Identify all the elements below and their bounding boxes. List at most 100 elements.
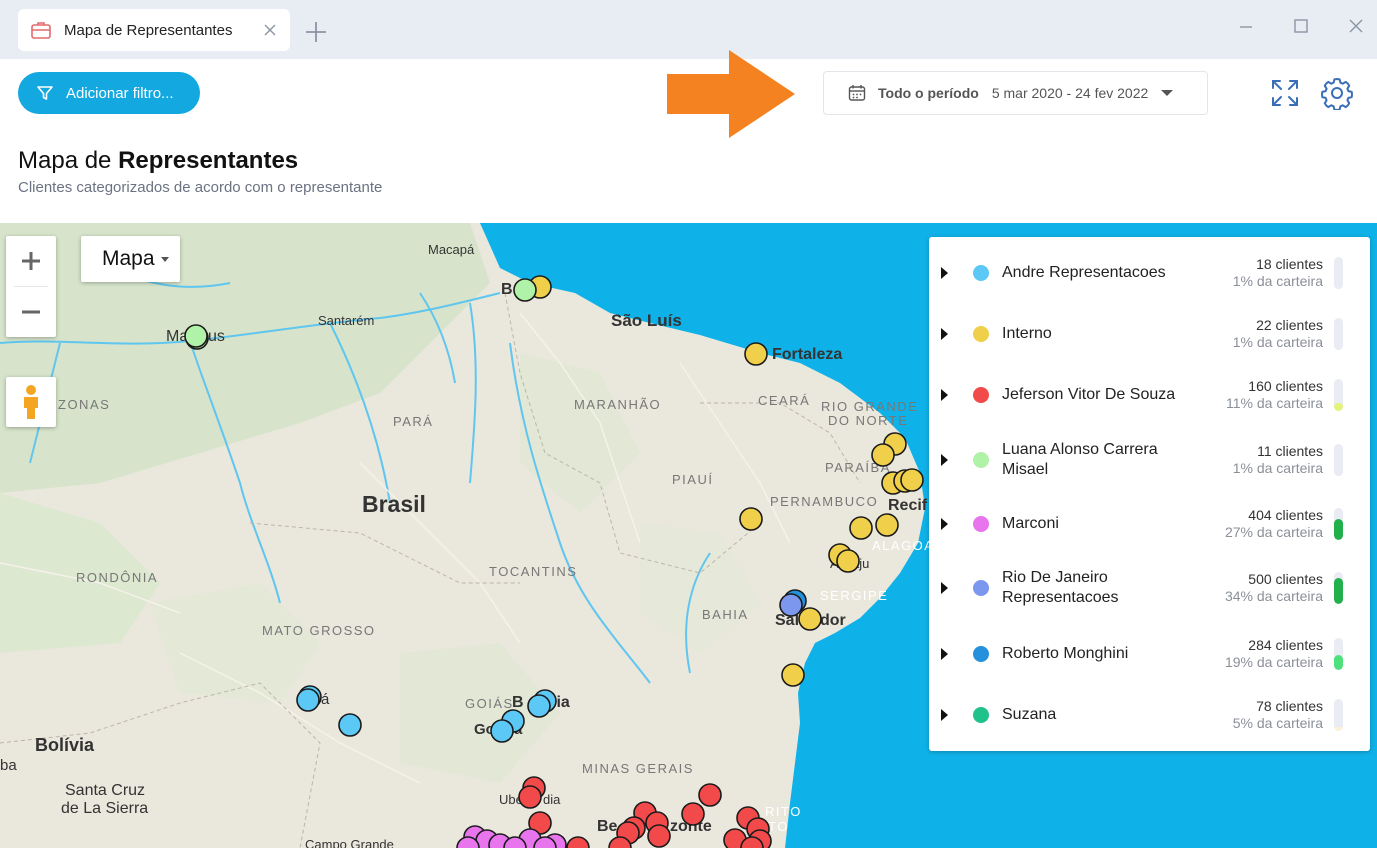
page-title-light: Mapa de	[18, 147, 119, 174]
close-window-icon[interactable]	[1346, 16, 1366, 36]
client-count: 500 clientes	[1248, 571, 1323, 587]
representative-color-dot	[973, 326, 989, 342]
chevron-down-icon	[1161, 90, 1174, 96]
share-bar-fill	[1334, 655, 1343, 670]
expand-arrow-icon[interactable]	[941, 328, 948, 340]
representative-color-dot	[973, 707, 989, 723]
client-marker[interactable]	[566, 836, 590, 848]
portfolio-share: 34% da carteira	[1224, 588, 1323, 604]
period-selector[interactable]: Todo o período 5 mar 2020 - 24 fev 2022	[823, 71, 1208, 115]
legend-row[interactable]: Marconi 404 clientes 27% da carteira	[929, 493, 1370, 555]
representative-stats: 500 clientes 34% da carteira	[1225, 571, 1323, 605]
briefcase-icon	[31, 22, 51, 39]
caret-down-icon	[160, 256, 169, 262]
expand-arrow-icon[interactable]	[941, 267, 948, 279]
representative-name: Suzana	[1002, 706, 1057, 723]
expand-arrow-icon[interactable]	[941, 389, 948, 401]
zoom-control	[6, 236, 56, 337]
close-tab-icon[interactable]	[262, 22, 278, 38]
client-marker[interactable]	[681, 802, 705, 826]
representative-name: Interno	[1002, 325, 1052, 342]
street-view-pegman[interactable]	[6, 377, 56, 427]
plus-icon[interactable]	[304, 20, 328, 44]
representative-name: Andre Representacoes	[1002, 264, 1166, 281]
client-marker[interactable]	[518, 785, 542, 809]
portfolio-share: 1% da carteira	[1232, 460, 1323, 476]
page-title-bold: Representantes	[118, 147, 299, 174]
client-marker[interactable]	[184, 324, 208, 348]
gear-icon[interactable]	[1320, 76, 1354, 110]
orange-arrow-annotation	[667, 50, 795, 138]
legend-row[interactable]: Jeferson Vitor De Souza 160 clientes 11% d…	[929, 364, 1370, 426]
tab-mapa-de-representantes[interactable]: Mapa de Representantes	[18, 9, 290, 51]
maximize-icon[interactable]	[1291, 16, 1311, 36]
zoom-in-button[interactable]	[6, 236, 56, 286]
legend-row[interactable]: Interno 22 clientes 1% da carteira	[929, 303, 1370, 365]
share-bar-fill	[1334, 578, 1343, 604]
share-bar-fill	[1334, 346, 1343, 350]
legend-row[interactable]: Andre Representacoes 18 clientes 1% da car…	[929, 242, 1370, 304]
expand-arrow-icon[interactable]	[941, 709, 948, 721]
client-count: 284 clientes	[1248, 637, 1323, 653]
portfolio-share: 1% da carteira	[1232, 334, 1323, 350]
representative-name: Rio De Janeiro Representacoes	[1002, 569, 1119, 606]
portfolio-share: 11% da carteira	[1225, 395, 1323, 411]
minus-icon	[22, 310, 40, 314]
client-marker[interactable]	[490, 719, 514, 743]
representative-name: Marconi	[1002, 515, 1059, 532]
portfolio-share: 1% da carteira	[1232, 273, 1323, 289]
client-marker[interactable]	[739, 507, 763, 531]
legend-row[interactable]: Roberto Monghini 284 clientes 19% da carte…	[929, 623, 1370, 685]
client-count: 11 clientes	[1257, 443, 1323, 459]
client-marker[interactable]	[296, 688, 320, 712]
client-marker[interactable]	[781, 663, 805, 687]
client-marker[interactable]	[849, 516, 873, 540]
share-bar	[1334, 508, 1343, 540]
representative-color-dot	[973, 265, 989, 281]
representative-stats: 404 clientes 27% da carteira	[1225, 507, 1323, 541]
expand-arrow-icon[interactable]	[941, 582, 948, 594]
client-marker[interactable]	[875, 513, 899, 537]
representative-color-dot	[973, 646, 989, 662]
calendar-icon	[848, 85, 866, 101]
client-marker[interactable]	[513, 278, 537, 302]
share-bar	[1334, 257, 1343, 289]
client-marker[interactable]	[647, 824, 671, 848]
period-range: 5 mar 2020 - 24 fev 2022	[991, 85, 1149, 101]
client-marker[interactable]	[900, 468, 924, 492]
share-bar-fill	[1334, 519, 1343, 540]
representative-name: Luana Alonso Carrera Misael	[1002, 441, 1158, 478]
client-marker[interactable]	[871, 443, 895, 467]
legend-row[interactable]: Rio De Janeiro Representacoes 500 cliente…	[929, 557, 1370, 619]
add-filter-button[interactable]: Adicionar filtro...	[18, 72, 200, 114]
portfolio-share: 5% da carteira	[1232, 715, 1323, 731]
fullscreen-icon[interactable]	[1270, 78, 1300, 108]
client-count: 18 clientes	[1256, 256, 1323, 272]
share-bar-fill	[1334, 285, 1343, 289]
legend-row[interactable]: Luana Alonso Carrera Misael 11 clientes 1%…	[929, 429, 1370, 491]
legend-row[interactable]: Suzana 78 clientes 5% da carteira	[929, 684, 1370, 746]
client-marker[interactable]	[744, 342, 768, 366]
expand-arrow-icon[interactable]	[941, 648, 948, 660]
minimize-icon[interactable]	[1236, 16, 1256, 36]
client-count: 404 clientes	[1248, 507, 1323, 523]
share-bar-fill	[1334, 403, 1343, 411]
portfolio-share: 19% da carteira	[1224, 654, 1323, 670]
expand-arrow-icon[interactable]	[941, 454, 948, 466]
client-marker[interactable]	[527, 694, 551, 718]
client-count: 22 clientes	[1256, 317, 1323, 333]
client-marker[interactable]	[798, 607, 822, 631]
map-type-select[interactable]: Mapa	[81, 236, 180, 282]
zoom-out-button[interactable]	[6, 287, 56, 337]
client-marker[interactable]	[698, 783, 722, 807]
representative-stats: 22 clientes 1% da carteira	[1233, 317, 1323, 351]
representative-stats: 284 clientes 19% da carteira	[1225, 637, 1323, 671]
plus-icon	[22, 252, 40, 270]
representative-name: Roberto Monghini	[1002, 645, 1129, 662]
expand-arrow-icon[interactable]	[941, 518, 948, 530]
client-marker[interactable]	[338, 713, 362, 737]
client-marker[interactable]	[779, 593, 803, 617]
representative-color-dot	[973, 580, 989, 596]
client-marker[interactable]	[836, 549, 860, 573]
share-bar-fill	[1334, 472, 1343, 476]
